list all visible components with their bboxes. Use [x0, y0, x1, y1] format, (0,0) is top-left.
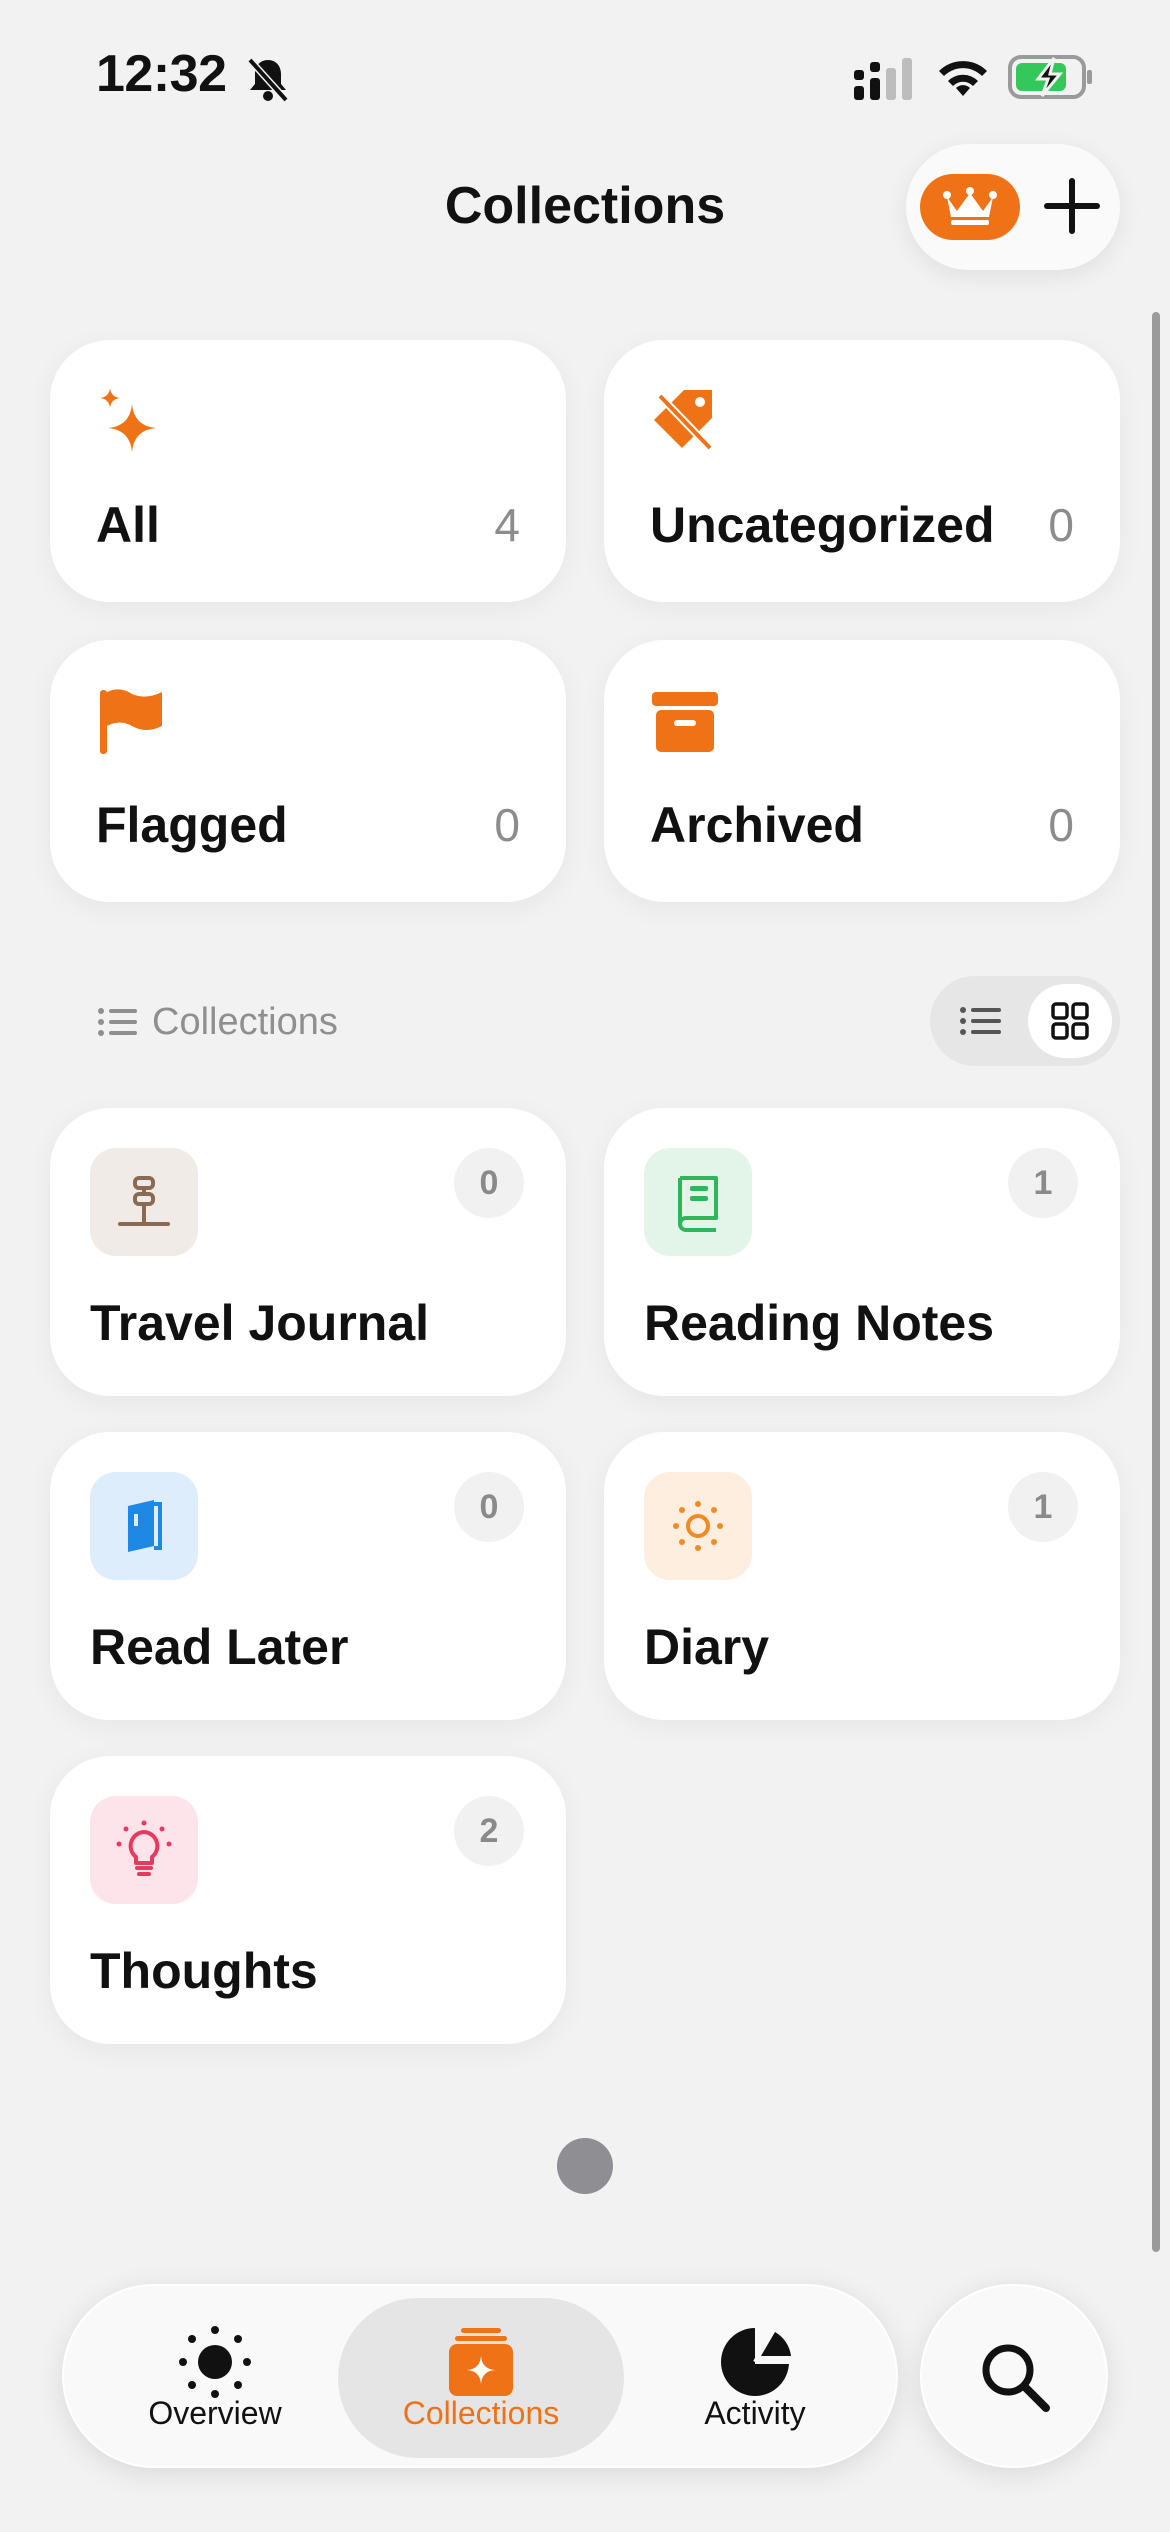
tab-label: Overview — [148, 2395, 282, 2431]
collection-label: Thoughts — [90, 1943, 318, 1999]
collection-icon-tile — [644, 1472, 752, 1580]
summary-label: All — [96, 497, 160, 553]
pie-chart-icon — [717, 2324, 793, 2400]
booklet-icon — [128, 1500, 162, 1552]
grid-icon — [1051, 1002, 1089, 1040]
tab-collections[interactable]: Collections — [338, 2298, 624, 2458]
cellular-signal-icon — [854, 58, 912, 100]
collection-count-badge: 1 — [1008, 1148, 1078, 1218]
section-title: Collections — [152, 1000, 338, 1043]
summary-count: 0 — [1048, 499, 1074, 551]
list-icon — [960, 1007, 1001, 1035]
tag-slash-icon — [654, 390, 713, 451]
silent-bell-icon — [247, 57, 289, 102]
summary-card-all[interactable]: All 4 — [50, 340, 566, 602]
tab-label: Activity — [704, 2395, 806, 2431]
collection-card-thoughts[interactable]: 2 Thoughts — [50, 1756, 566, 2044]
collection-count-badge: 0 — [454, 1148, 524, 1218]
list-view-button[interactable] — [944, 984, 1018, 1058]
collection-icon-tile — [644, 1148, 752, 1256]
lightbulb-icon — [116, 1820, 172, 1876]
scrollbar[interactable] — [1152, 312, 1160, 2252]
collection-label: Diary — [644, 1619, 770, 1675]
flag-icon — [100, 689, 162, 754]
battery-charging-icon — [1008, 55, 1092, 99]
search-icon — [982, 2344, 1050, 2412]
tab-overview[interactable]: Overview — [88, 2298, 342, 2458]
tab-activity[interactable]: Activity — [628, 2298, 882, 2458]
top-actions-group — [906, 144, 1120, 270]
collection-count-badge: 0 — [454, 1472, 524, 1542]
signpost-icon — [118, 1176, 170, 1226]
collection-icon-tile — [90, 1796, 198, 1904]
sun-icon — [177, 2324, 253, 2400]
collections-stack-icon — [443, 2324, 519, 2400]
collection-label: Read Later — [90, 1619, 349, 1675]
search-button[interactable] — [920, 2284, 1108, 2468]
summary-card-archived[interactable]: Archived 0 — [604, 640, 1120, 902]
collection-card-read-later[interactable]: 0 Read Later — [50, 1432, 566, 1720]
collection-card-travel-journal[interactable]: 0 Travel Journal — [50, 1108, 566, 1396]
tab-bar: Overview Collections Activity — [62, 2284, 898, 2468]
plus-icon — [1044, 178, 1100, 234]
summary-count: 4 — [494, 499, 520, 551]
premium-crown-button[interactable] — [920, 174, 1020, 240]
collection-label: Reading Notes — [644, 1295, 995, 1351]
book-icon — [678, 1176, 718, 1232]
status-time: 12:32 — [96, 45, 227, 103]
collection-icon-tile — [90, 1148, 198, 1256]
sun-icon — [673, 1501, 723, 1551]
collection-label: Travel Journal — [90, 1295, 430, 1351]
sparkles-icon — [100, 388, 156, 452]
wifi-icon — [939, 61, 987, 96]
summary-count: 0 — [494, 799, 520, 851]
summary-label: Uncategorized — [650, 497, 995, 553]
add-button[interactable] — [1032, 166, 1112, 246]
list-icon — [98, 1008, 137, 1036]
collection-count-badge: 1 — [1008, 1472, 1078, 1542]
collection-count-badge: 2 — [454, 1796, 524, 1866]
tab-label: Collections — [402, 2395, 560, 2431]
archive-box-icon — [652, 692, 718, 752]
summary-card-uncategorized[interactable]: Uncategorized 0 — [604, 340, 1120, 602]
collection-card-reading-notes[interactable]: 1 Reading Notes — [604, 1108, 1120, 1396]
collection-icon-tile — [90, 1472, 198, 1580]
summary-label: Flagged — [96, 797, 288, 853]
grid-view-button[interactable] — [1028, 984, 1112, 1058]
summary-label: Archived — [650, 797, 864, 853]
summary-count: 0 — [1048, 799, 1074, 851]
collection-card-diary[interactable]: 1 Diary — [604, 1432, 1120, 1720]
view-mode-toggle — [930, 976, 1120, 1066]
scroll-indicator-dot — [557, 2138, 613, 2194]
summary-card-flagged[interactable]: Flagged 0 — [50, 640, 566, 902]
crown-icon — [943, 187, 997, 225]
section-header: Collections — [98, 994, 338, 1050]
